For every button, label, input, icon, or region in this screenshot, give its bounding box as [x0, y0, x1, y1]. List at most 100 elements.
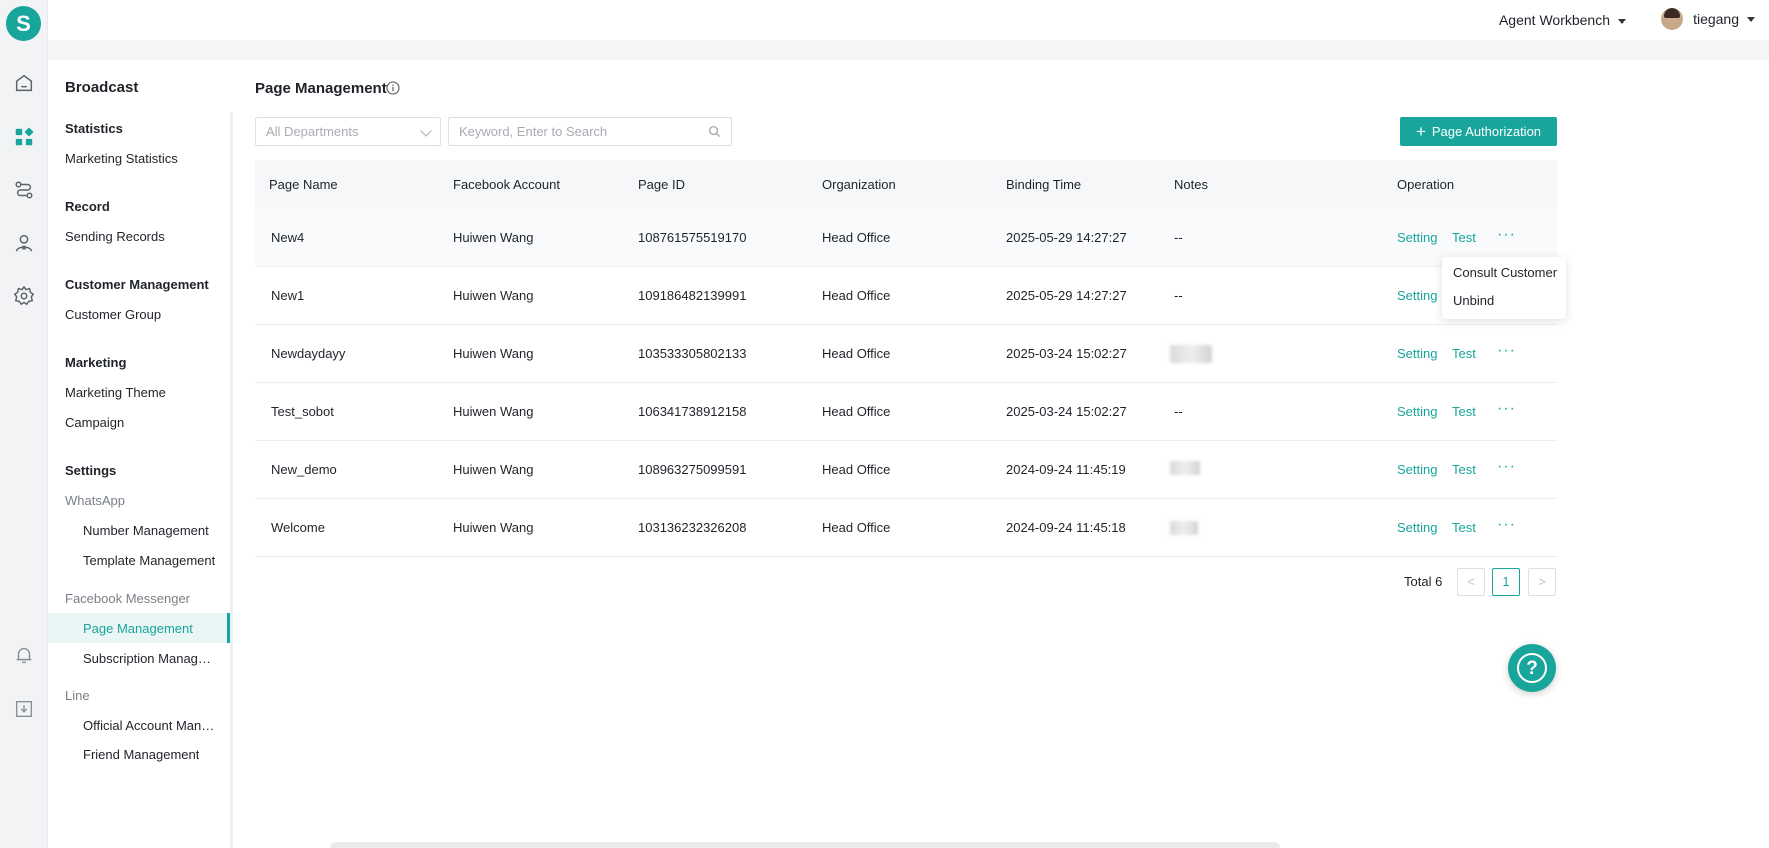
blurred-notes	[1170, 345, 1212, 363]
broadcast-sidebar: Broadcast Statistics Marketing Statistic…	[48, 60, 235, 848]
setting-link[interactable]: Setting	[1397, 441, 1437, 498]
sidebar-item-template-management[interactable]: Template Management	[83, 553, 215, 568]
page-authorization-label: Page Authorization	[1431, 124, 1542, 139]
sidebar-item-campaign[interactable]: Campaign	[65, 415, 124, 430]
sidebar-item-marketing-statistics[interactable]: Marketing Statistics	[65, 151, 178, 166]
info-icon[interactable]	[386, 81, 400, 95]
app-logo[interactable]: S	[6, 6, 41, 41]
col-operation: Operation	[1397, 177, 1455, 192]
page-authorization-button[interactable]: + Page Authorization	[1400, 117, 1557, 146]
cell-binding-time: 2024-09-24 11:45:19	[1006, 462, 1126, 477]
cell-page-name: New4	[271, 230, 305, 245]
sidebar-section-whatsapp[interactable]: WhatsApp	[65, 493, 125, 508]
table-row[interactable]: New1 Huiwen Wang 109186482139991 Head Of…	[255, 267, 1557, 325]
setting-link[interactable]: Setting	[1397, 267, 1437, 324]
table-row[interactable]: New_demo Huiwen Wang 108963275099591 Hea…	[255, 441, 1557, 499]
table-header: Page Name Facebook Account Page ID Organ…	[255, 160, 1557, 209]
sidebar-item-page-management[interactable]: Page Management	[83, 621, 193, 636]
group-marketing: Marketing	[65, 355, 127, 370]
bell-icon[interactable]	[12, 643, 36, 667]
cell-page-name: New_demo	[271, 462, 337, 477]
cell-notes: --	[1174, 404, 1183, 419]
sidebar-scrollbar[interactable]	[230, 112, 233, 848]
chevron-down-icon	[420, 125, 432, 137]
chevron-down-icon	[1618, 18, 1626, 24]
test-link[interactable]: Test	[1452, 325, 1476, 382]
cell-page-id: 103533305802133	[638, 346, 747, 361]
col-page-id: Page ID	[638, 177, 685, 192]
help-icon: ?	[1517, 653, 1547, 683]
cell-organization: Head Office	[822, 520, 891, 535]
cell-binding-time: 2025-03-24 15:02:27	[1006, 346, 1127, 361]
cell-organization: Head Office	[822, 462, 891, 477]
sidebar-section-facebook-messenger[interactable]: Facebook Messenger	[65, 591, 190, 606]
sidebar-title: Broadcast	[65, 79, 139, 96]
help-button[interactable]: ?	[1508, 644, 1556, 692]
top-bar: Agent Workbench tiegang	[48, 0, 1769, 40]
cell-organization: Head Office	[822, 288, 891, 303]
search-input[interactable]	[449, 118, 689, 145]
table-row[interactable]: New4 Huiwen Wang 108761575519170 Head Of…	[255, 209, 1557, 267]
setting-link[interactable]: Setting	[1397, 383, 1437, 440]
table-row[interactable]: Welcome Huiwen Wang 103136232326208 Head…	[255, 499, 1557, 557]
col-organization: Organization	[822, 177, 896, 192]
settings-icon[interactable]	[12, 284, 36, 308]
cell-notes: --	[1174, 230, 1183, 245]
group-record: Record	[65, 199, 110, 214]
sidebar-item-subscription-management[interactable]: Subscription Management	[83, 651, 217, 666]
cell-page-id: 108761575519170	[638, 230, 747, 245]
test-link[interactable]: Test	[1452, 383, 1476, 440]
menu-item-unbind[interactable]: Unbind	[1453, 293, 1494, 308]
sidebar-item-customer-group[interactable]: Customer Group	[65, 307, 161, 322]
menu-item-consult-customer[interactable]: Consult Customer	[1453, 265, 1557, 280]
table-row[interactable]: Test_sobot Huiwen Wang 106341738912158 H…	[255, 383, 1557, 441]
cell-page-id: 109186482139991	[638, 288, 747, 303]
pages-table: Page Name Facebook Account Page ID Organ…	[255, 160, 1557, 557]
pagination-page-1[interactable]: 1	[1492, 568, 1520, 596]
more-options-icon[interactable]: ···	[1497, 499, 1516, 551]
download-icon[interactable]	[12, 697, 36, 721]
sidebar-item-sending-records[interactable]: Sending Records	[65, 229, 165, 244]
group-statistics: Statistics	[65, 121, 123, 136]
setting-link[interactable]: Setting	[1397, 499, 1437, 556]
more-options-icon[interactable]: ···	[1497, 441, 1516, 493]
cell-facebook-account: Huiwen Wang	[453, 404, 534, 419]
test-link[interactable]: Test	[1452, 499, 1476, 556]
home-icon[interactable]	[12, 71, 36, 95]
avatar	[1661, 8, 1684, 30]
sidebar-item-number-management[interactable]: Number Management	[83, 523, 209, 538]
setting-link[interactable]: Setting	[1397, 325, 1437, 382]
more-options-icon[interactable]: ···	[1497, 325, 1516, 377]
agent-icon[interactable]	[12, 231, 36, 255]
sidebar-section-line[interactable]: Line	[65, 688, 90, 703]
cell-facebook-account: Huiwen Wang	[453, 462, 534, 477]
cell-page-name: New1	[271, 288, 305, 303]
cell-notes: --	[1174, 288, 1183, 303]
username: tiegang	[1693, 11, 1739, 27]
test-link[interactable]: Test	[1452, 441, 1476, 498]
table-row[interactable]: Newdaydayy Huiwen Wang 103533305802133 H…	[255, 325, 1557, 383]
user-menu[interactable]: tiegang	[1661, 8, 1755, 30]
apps-icon[interactable]	[12, 125, 36, 149]
blurred-notes	[1170, 521, 1198, 535]
pagination-next-button[interactable]: >	[1528, 568, 1556, 596]
sidebar-item-marketing-theme[interactable]: Marketing Theme	[65, 385, 166, 400]
agent-workbench-dropdown[interactable]: Agent Workbench	[1499, 12, 1626, 28]
more-options-icon[interactable]: ···	[1497, 383, 1516, 435]
col-page-name: Page Name	[269, 177, 338, 192]
cell-facebook-account: Huiwen Wang	[453, 230, 534, 245]
pagination-prev-button[interactable]: <	[1457, 568, 1485, 596]
cell-page-name: Test_sobot	[271, 404, 334, 419]
cell-page-id: 103136232326208	[638, 520, 747, 535]
pagination-total: Total 6	[1404, 574, 1443, 589]
search-field[interactable]	[448, 117, 732, 146]
search-icon[interactable]	[708, 125, 721, 138]
cell-binding-time: 2025-05-29 14:27:27	[1006, 230, 1127, 245]
sidebar-item-friend-management[interactable]: Friend Management	[83, 747, 199, 762]
department-select[interactable]: All Departments	[255, 117, 441, 146]
routing-icon[interactable]	[12, 178, 36, 202]
sidebar-item-official-account-management[interactable]: Official Account Management	[83, 718, 217, 733]
setting-link[interactable]: Setting	[1397, 209, 1437, 266]
more-options-icon[interactable]: ···	[1497, 209, 1516, 261]
cell-organization: Head Office	[822, 404, 891, 419]
